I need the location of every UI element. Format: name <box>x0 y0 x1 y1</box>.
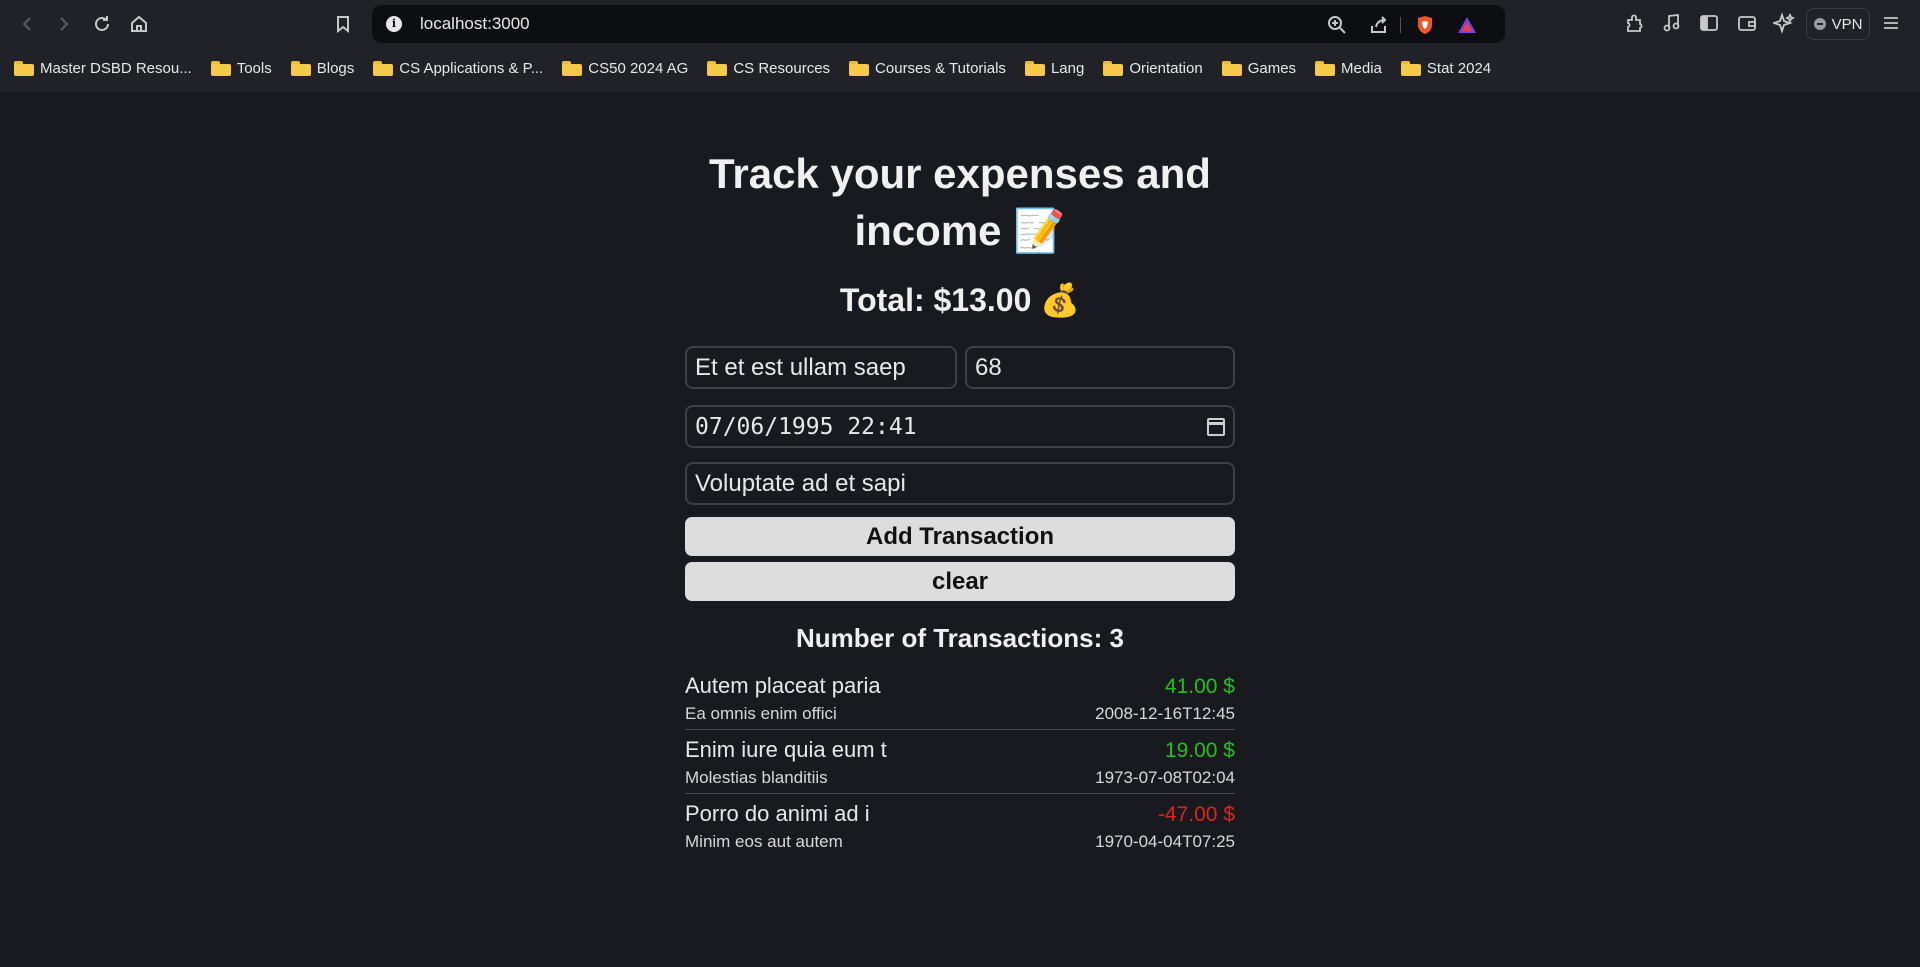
address-bar[interactable]: i localhost:3000 <box>372 5 1505 43</box>
datetime-value: 07/06/1995 22:41 <box>695 413 917 440</box>
wallet-icon[interactable] <box>1736 12 1758 34</box>
bookmark-label: Stat 2024 <box>1426 59 1492 77</box>
title-line-1: Track your expenses and <box>709 150 1211 197</box>
forward-icon[interactable] <box>51 11 77 37</box>
transaction-amount: 19.00 $ <box>1164 739 1235 762</box>
bookmark-label: Courses & Tutorials <box>875 59 1006 77</box>
list-item: Porro do animi ad i -47.00 $ Minim eos a… <box>685 801 1235 857</box>
bookmark-label: CS50 2024 AG <box>588 59 689 77</box>
datetime-input[interactable]: 07/06/1995 22:41 <box>685 405 1235 448</box>
folder-icon <box>1024 60 1045 76</box>
extensions-icon[interactable] <box>1623 12 1645 34</box>
name-amount-row: Et et est ullam saep 68 <box>685 346 1235 389</box>
folder-icon <box>210 60 231 76</box>
list-item: Autem placeat paria 41.00 $ Ea omnis eni… <box>685 673 1235 730</box>
bookmark-label: Blogs <box>316 59 355 77</box>
folder-icon <box>290 60 311 76</box>
bookmark-label: Master DSBD Resou... <box>40 59 192 77</box>
bookmark-label: CS Applications & P... <box>399 59 544 77</box>
bookmarks-bar: Master DSBD Resou... Tools Blogs CS Appl… <box>0 52 1920 84</box>
folder-icon <box>1400 60 1421 76</box>
browser-chrome: i localhost:3000 VPN Master DSBD Resou..… <box>0 0 1920 92</box>
expense-tracker: Track your expenses and income 📝 Total: … <box>685 92 1235 864</box>
share-icon[interactable] <box>1368 14 1390 36</box>
bookmark-folder[interactable]: CS Applications & P... <box>373 60 543 77</box>
bookmark-label: Games <box>1247 59 1297 77</box>
bookmark-label: Lang <box>1050 59 1085 77</box>
folder-icon <box>1103 60 1124 76</box>
folder-icon <box>373 60 394 76</box>
bookmark-folder[interactable]: Blogs <box>290 59 355 77</box>
folder-icon <box>14 60 34 76</box>
description-input[interactable]: Voluptate ad et sapi <box>685 462 1235 505</box>
transaction-amount: -47.00 $ <box>1157 803 1235 826</box>
transaction-description: Molestias blanditiis <box>685 768 828 787</box>
vpn-status-icon <box>1813 18 1826 30</box>
bookmark-folder[interactable]: Master DSBD Resou... <box>14 60 192 77</box>
menu-icon[interactable] <box>1880 12 1902 34</box>
leo-ai-icon[interactable] <box>1771 12 1796 34</box>
transaction-description: Minim eos aut autem <box>685 832 843 851</box>
bookmark-folder[interactable]: Media <box>1315 60 1382 77</box>
bookmark-folder[interactable]: Courses & Tutorials <box>849 60 1006 77</box>
amount-input[interactable]: 68 <box>965 346 1235 389</box>
bookmark-label: Tools <box>236 59 272 77</box>
sidebar-icon[interactable] <box>1698 12 1720 34</box>
url-text[interactable]: localhost:3000 <box>420 14 530 34</box>
transaction-description: Ea omnis enim offici <box>685 704 837 723</box>
brave-rewards-icon[interactable] <box>1456 14 1478 36</box>
name-input[interactable]: Et et est ullam saep <box>685 346 957 389</box>
transaction-amount: 41.00 $ <box>1164 675 1235 698</box>
reload-icon[interactable] <box>89 11 115 37</box>
bookmark-folder[interactable]: Tools <box>210 59 272 77</box>
home-icon[interactable] <box>126 11 152 37</box>
transaction-date: 2008-12-16T12:45 <box>1095 704 1235 723</box>
zoom-icon[interactable] <box>1326 14 1348 36</box>
bookmark-folder[interactable]: Games <box>1221 59 1297 77</box>
folder-icon <box>849 60 870 76</box>
total-balance: Total: $13.00 💰 <box>839 282 1081 318</box>
transaction-date: 1973-07-08T02:04 <box>1095 768 1235 787</box>
bookmark-folder[interactable]: CS50 2024 AG <box>562 60 688 77</box>
bookmark-folder[interactable]: Lang <box>1024 59 1085 77</box>
folder-icon <box>707 60 728 76</box>
list-item: Enim iure quia eum t 19.00 $ Molestias b… <box>685 737 1235 794</box>
vpn-button[interactable]: VPN <box>1806 8 1870 40</box>
transaction-name: Autem placeat paria <box>685 673 881 698</box>
clear-button[interactable]: clear <box>685 562 1235 601</box>
transaction-list: Autem placeat paria 41.00 $ Ea omnis eni… <box>685 673 1235 857</box>
page-title: Track your expenses and income 📝 <box>685 145 1235 259</box>
bookmark-folder[interactable]: CS Resources <box>707 60 830 77</box>
folder-icon <box>562 60 583 76</box>
bookmark-folder[interactable]: Stat 2024 <box>1400 59 1492 77</box>
browser-toolbar: i localhost:3000 VPN <box>0 0 1920 48</box>
bookmark-icon[interactable] <box>330 11 356 37</box>
bookmark-label: Media <box>1341 59 1382 77</box>
folder-icon <box>1315 60 1336 76</box>
add-transaction-button[interactable]: Add Transaction <box>685 517 1235 556</box>
music-icon[interactable] <box>1661 12 1683 34</box>
bookmark-label: Orientation <box>1129 59 1203 77</box>
transaction-date: 1970-04-04T07:25 <box>1095 832 1235 851</box>
transaction-name: Enim iure quia eum t <box>685 737 887 762</box>
brave-shields-icon[interactable] <box>1414 14 1436 36</box>
separator <box>1400 17 1401 33</box>
title-line-2: income 📝 <box>854 207 1066 254</box>
site-info-icon[interactable]: i <box>386 16 402 32</box>
bookmark-folder[interactable]: Orientation <box>1103 59 1203 77</box>
transaction-count: Number of Transactions: 3 <box>796 623 1124 653</box>
transaction-name: Porro do animi ad i <box>685 801 870 826</box>
back-icon[interactable] <box>14 11 40 37</box>
bookmark-label: CS Resources <box>733 59 831 77</box>
folder-icon <box>1221 60 1242 76</box>
calendar-icon[interactable] <box>1207 417 1225 436</box>
vpn-label: VPN <box>1831 15 1863 33</box>
